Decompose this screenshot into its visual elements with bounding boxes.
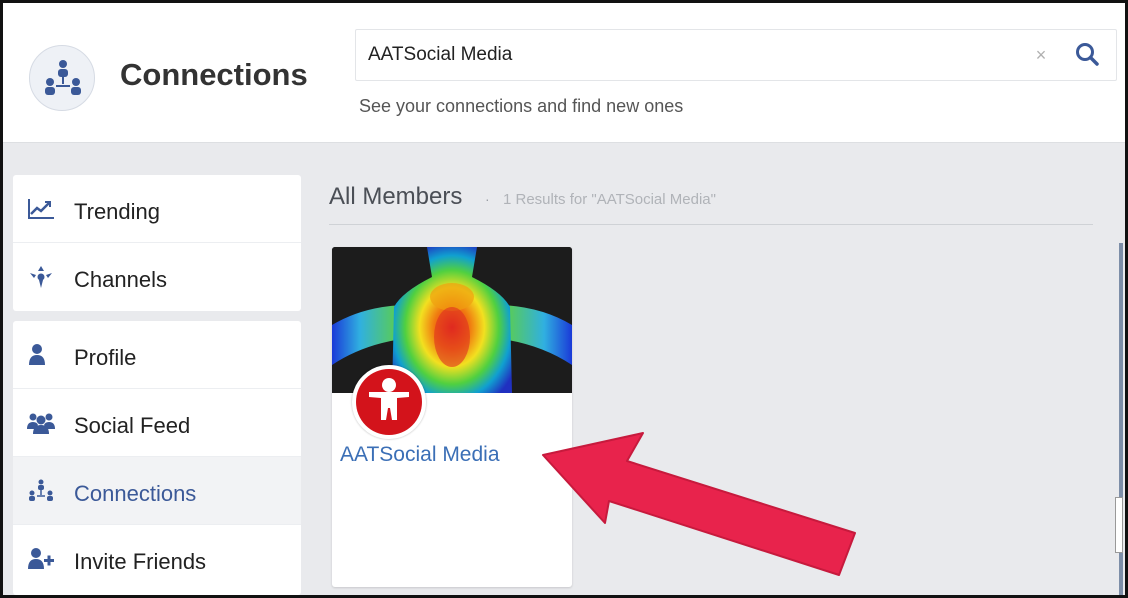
search-input[interactable] <box>368 40 1008 70</box>
result-count: 1 Results for "AATSocial Media" <box>503 191 716 208</box>
sidebar-item-label: Profile <box>74 345 137 370</box>
sidebar-group-account: Profile Social Feed Connections Invite F… <box>13 321 301 595</box>
sidebar-item-label: Trending <box>74 199 161 224</box>
add-user-icon <box>27 547 55 571</box>
member-avatar[interactable] <box>352 365 426 439</box>
sidebar-item-label: Social Feed <box>74 413 191 438</box>
sidebar-item-profile[interactable]: Profile <box>13 321 301 389</box>
sidebar-item-social-feed[interactable]: Social Feed <box>13 389 301 457</box>
sidebar-item-channels[interactable]: Channels <box>13 243 301 311</box>
connections-logo <box>29 45 95 111</box>
member-card[interactable]: AATSocial Media <box>332 247 572 587</box>
sidebar-item-invite-friends[interactable]: Invite Friends <box>13 525 301 593</box>
member-name-link[interactable]: AATSocial Media <box>340 443 500 467</box>
page-subtitle: See your connections and find new ones <box>359 96 684 116</box>
section-title: All Members <box>329 183 463 210</box>
connections-icon <box>45 60 81 95</box>
page-title: Connections <box>120 57 308 92</box>
page-header: Connections × See your connections and f… <box>3 3 1125 143</box>
sidebar-item-label: Connections <box>74 481 197 506</box>
search-box: × <box>355 29 1117 81</box>
search-icon[interactable] <box>1074 41 1102 69</box>
group-icon <box>27 411 55 435</box>
channels-icon <box>27 265 55 289</box>
sidebar-item-label: Channels <box>74 267 167 292</box>
connections-icon <box>27 479 55 503</box>
sidebar-item-trending[interactable]: Trending <box>13 175 301 243</box>
sidebar-group-explore: Trending Channels <box>13 175 301 311</box>
sidebar-item-label: Invite Friends <box>74 549 207 574</box>
clear-search-icon[interactable]: × <box>1031 45 1051 65</box>
app-window: Connections × See your connections and f… <box>0 0 1128 598</box>
section-separator: · <box>485 191 490 207</box>
trending-chart-icon <box>27 197 55 221</box>
section-header: All Members · 1 Results for "AATSocial M… <box>329 183 1093 225</box>
user-icon <box>27 343 55 367</box>
sidebar-item-connections[interactable]: Connections <box>13 457 301 525</box>
scrollbar-thumb[interactable] <box>1115 497 1123 553</box>
